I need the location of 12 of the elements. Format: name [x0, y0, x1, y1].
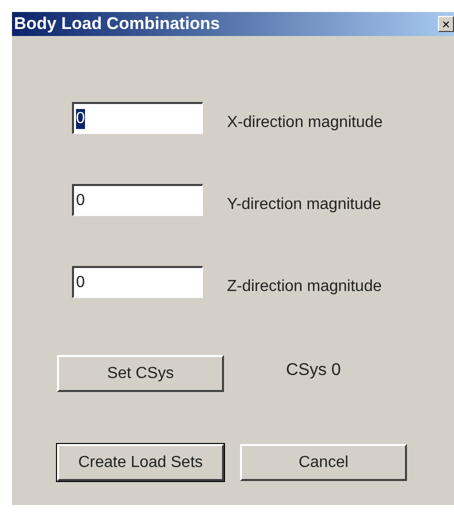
number-field[interactable]: 0	[72, 184, 203, 216]
dialog-button[interactable]: Create Load Sets	[57, 444, 224, 481]
close-button[interactable]: ×	[438, 16, 454, 32]
number-field[interactable]: 0	[72, 102, 203, 134]
field-label: X-direction magnitude	[227, 113, 383, 133]
set-csys-button[interactable]: Set CSys	[57, 355, 224, 392]
field-label: Y-direction magnitude	[227, 195, 382, 215]
field-label: Z-direction magnitude	[227, 277, 382, 297]
csys-reading: CSys 0	[286, 358, 341, 381]
window-title: Body Load Combinations	[14, 13, 220, 36]
number-field[interactable]: 0	[72, 266, 203, 298]
dialog-button[interactable]: Cancel	[240, 444, 407, 481]
